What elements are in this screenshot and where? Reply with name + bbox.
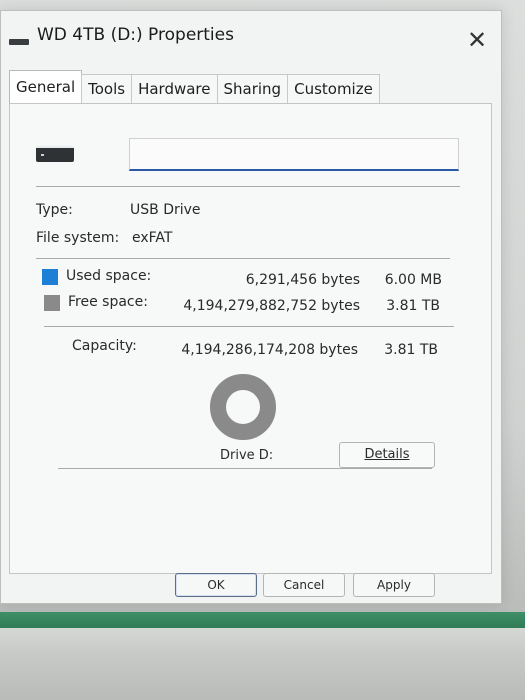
type-label: Type: (36, 202, 73, 218)
free-space-size: 3.81 TB (386, 298, 440, 314)
used-space-size: 6.00 MB (384, 272, 442, 288)
close-icon: ✕ (466, 26, 488, 54)
used-space-label: Used space: (66, 268, 152, 284)
monitor-bezel (0, 628, 525, 700)
capacity-bytes: 4,194,286,174,208 bytes (181, 342, 358, 358)
window-title: WD 4TB (D:) Properties (37, 25, 234, 45)
free-space-bytes: 4,194,279,882,752 bytes (183, 298, 360, 314)
type-value: USB Drive (130, 202, 201, 218)
drive-label: Drive D: (220, 448, 274, 463)
ok-button[interactable]: OK (175, 573, 257, 597)
desktop-taskbar-edge (0, 612, 525, 628)
properties-window: WD 4TB (D:) Properties ✕ General Tools H… (0, 10, 502, 604)
tab-sharing[interactable]: Sharing (216, 74, 289, 103)
filesystem-value: exFAT (132, 230, 173, 246)
apply-button[interactable]: Apply (353, 573, 435, 597)
drive-icon (9, 39, 29, 45)
capacity-label: Capacity: (72, 338, 137, 354)
volume-name-input[interactable] (129, 138, 459, 171)
tab-strip: General Tools Hardware Sharing Customize (9, 70, 380, 103)
cancel-button[interactable]: Cancel (263, 573, 345, 597)
details-button[interactable]: Details (339, 442, 435, 468)
close-button[interactable]: ✕ (459, 23, 495, 57)
divider (58, 468, 432, 469)
tab-general[interactable]: General (9, 70, 83, 103)
title-bar: WD 4TB (D:) Properties ✕ (1, 11, 501, 61)
photo-background: WD 4TB (D:) Properties ✕ General Tools H… (0, 0, 525, 700)
drive-icon (36, 146, 74, 162)
usage-donut-chart (210, 374, 276, 440)
divider (36, 258, 450, 259)
capacity-size: 3.81 TB (384, 342, 438, 358)
general-panel: Type: USB Drive File system: exFAT Used … (9, 103, 492, 574)
tab-hardware[interactable]: Hardware (131, 74, 218, 103)
used-space-swatch (42, 269, 58, 285)
filesystem-label: File system: (36, 230, 120, 246)
used-space-bytes: 6,291,456 bytes (245, 272, 360, 288)
tab-tools[interactable]: Tools (81, 74, 133, 103)
divider (44, 326, 454, 327)
free-space-swatch (44, 295, 60, 311)
free-space-label: Free space: (68, 294, 148, 310)
tab-customize[interactable]: Customize (287, 74, 380, 103)
divider (36, 186, 460, 187)
